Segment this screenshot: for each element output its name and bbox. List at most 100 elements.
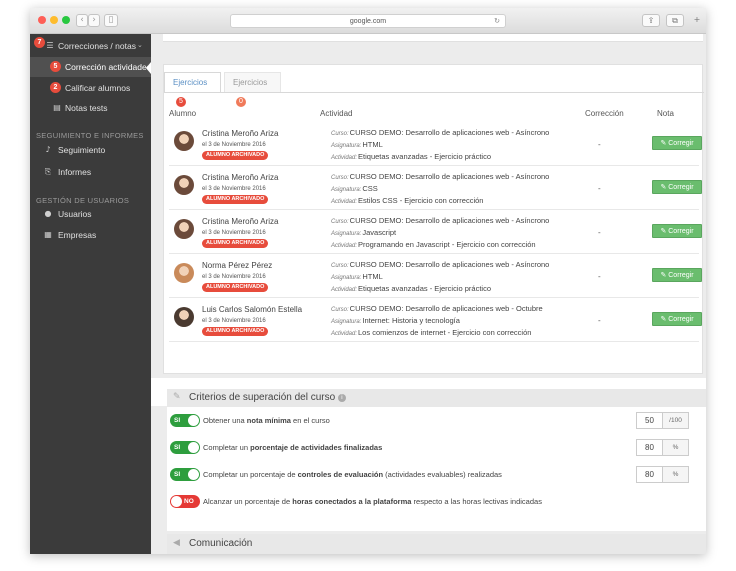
url-text: google.com: [349, 18, 387, 25]
sidebar-item-seguimiento[interactable]: ♪ Seguimiento: [30, 140, 151, 160]
student-date: el 3 de Noviembre 2016: [202, 230, 266, 236]
building-icon: ▦: [44, 230, 52, 239]
criteria-header: ✎ Criterios de superación del curso i: [167, 389, 706, 407]
toggle-knob: [188, 415, 199, 426]
list-icon: ☰: [46, 41, 54, 50]
corregir-button[interactable]: ✎ Corregir: [652, 312, 702, 326]
minimize-dot[interactable]: [50, 16, 58, 24]
new-tab-icon[interactable]: +: [690, 14, 704, 27]
sidebar-item-notas-tests[interactable]: ▤ Notas tests: [30, 98, 151, 118]
criteria-text: Alcanzar un porcentaje de horas conectad…: [203, 497, 542, 506]
browser-chrome: ‹ › ▯ google.com ↻ ⇪ ⧉ +: [30, 8, 706, 34]
toggle-knob: [188, 442, 199, 453]
criteria-value-input[interactable]: 80: [636, 439, 663, 456]
back-icon[interactable]: ‹: [76, 14, 88, 27]
corregir-button[interactable]: ✎ Corregir: [652, 136, 702, 150]
sidebar-item-label: Corrección actividades: [65, 62, 151, 72]
sidebar-item-calificar-alumnos[interactable]: 2 Calificar alumnos: [30, 78, 151, 98]
student-date: el 3 de Noviembre 2016: [202, 274, 266, 280]
column-header-alumno: Alumno: [169, 109, 197, 118]
speaker-icon: ◀: [173, 538, 180, 548]
criteria-toggle[interactable]: NO: [170, 495, 200, 508]
corregir-button[interactable]: ✎ Corregir: [652, 268, 702, 282]
toggle-state: NO: [184, 498, 194, 505]
sidebar-item-label: Seguimiento: [58, 145, 106, 155]
criteria-value-input[interactable]: 80: [636, 466, 663, 483]
table-row: Cristina Meroño Ariza el 3 de Noviembre 2…: [169, 122, 702, 166]
activity-name: Actividad:Estilos CSS - Ejercicio con co…: [331, 196, 484, 205]
status-badge: ALUMNO ARCHIVADO: [202, 327, 269, 336]
sidebar: 7 ☰ Correcciones / notas ⌄ 5 Corrección …: [30, 34, 151, 554]
criteria-toggle[interactable]: SI: [170, 468, 200, 481]
correction-value: -: [598, 272, 601, 281]
activity-subject: Asignatura:HTML: [331, 140, 383, 149]
forward-icon[interactable]: ›: [88, 14, 100, 27]
activity-course: Curso:CURSO DEMO: Desarrollo de aplicaci…: [331, 216, 550, 225]
activity-course: Curso:CURSO DEMO: Desarrollo de aplicaci…: [331, 128, 550, 137]
toggle-state: SI: [174, 471, 181, 478]
tab-divider: [164, 92, 704, 93]
table-row: Luis Carlos Salomón Estella el 3 de Novie…: [169, 298, 702, 342]
communication-title: Comunicación: [189, 538, 253, 549]
correction-value: -: [598, 184, 601, 193]
corregir-button[interactable]: ✎ Corregir: [652, 180, 702, 194]
close-dot[interactable]: [38, 16, 46, 24]
activity-subject: Asignatura:Internet: Historia y tecnolog…: [331, 316, 460, 325]
avatar: [174, 219, 194, 239]
toggle-state: SI: [174, 444, 181, 451]
activity-course: Curso:CURSO DEMO: Desarrollo de aplicaci…: [331, 260, 550, 269]
sidebar-item-correccion-actividades[interactable]: 5 Corrección actividades: [30, 57, 151, 77]
activity-name: Actividad:Etiquetas avanzadas - Ejercici…: [331, 284, 491, 293]
criteria-unit: %: [663, 439, 689, 456]
sidebar-item-empresas[interactable]: ▦ Empresas: [30, 225, 151, 245]
sidebar-item-label: Correcciones / notas: [58, 41, 136, 51]
sidebar-toggle-icon[interactable]: ▯: [104, 14, 118, 27]
student-name[interactable]: Norma Pérez Pérez: [202, 261, 272, 270]
info-icon[interactable]: i: [337, 394, 346, 402]
criteria-title: Criterios de superación del curso i: [189, 392, 346, 403]
criteria-row: SI Completar un porcentaje de controles d…: [170, 466, 690, 484]
criteria-unit: %: [663, 466, 689, 483]
student-date: el 3 de Noviembre 2016: [202, 186, 266, 192]
student-name[interactable]: Cristina Meroño Ariza: [202, 173, 278, 182]
maximize-dot[interactable]: [62, 16, 70, 24]
sidebar-item-correcciones[interactable]: 7 ☰ Correcciones / notas ⌄: [30, 36, 151, 56]
avatar: [174, 131, 194, 151]
list-icon: ▤: [53, 103, 61, 112]
tab-ejercicios-corregidos[interactable]: Ejercicios 0: [224, 72, 281, 107]
table-row: Norma Pérez Pérez el 3 de Noviembre 2016 A…: [169, 254, 702, 298]
badge-count: 7: [34, 37, 45, 48]
reload-icon[interactable]: ↻: [494, 15, 500, 28]
criteria-toggle[interactable]: SI: [170, 414, 200, 427]
correction-value: -: [598, 316, 601, 325]
user-icon: ●: [44, 209, 52, 218]
tabs-icon[interactable]: ⧉: [666, 14, 684, 27]
status-badge: ALUMNO ARCHIVADO: [202, 195, 269, 204]
activity-course: Curso:CURSO DEMO: Desarrollo de aplicaci…: [331, 304, 543, 313]
student-name[interactable]: Cristina Meroño Ariza: [202, 129, 278, 138]
sidebar-item-usuarios[interactable]: ● Usuarios: [30, 204, 151, 224]
activity-course: Curso:CURSO DEMO: Desarrollo de aplicaci…: [331, 172, 550, 181]
avatar: [174, 307, 194, 327]
criteria-value-input[interactable]: 50: [636, 412, 663, 429]
chevron-down-icon: ⌄: [137, 42, 143, 49]
toggle-knob: [171, 496, 182, 507]
student-name[interactable]: Cristina Meroño Ariza: [202, 217, 278, 226]
criteria-toggle[interactable]: SI: [170, 441, 200, 454]
tab-badge: 5: [176, 97, 186, 107]
browser-window: ‹ › ▯ google.com ↻ ⇪ ⧉ + 7 ☰ Correccione…: [30, 8, 706, 554]
edit-icon: ✎: [173, 392, 181, 402]
top-panel-edge: [163, 34, 703, 42]
avatar: [174, 263, 194, 283]
sidebar-item-informes[interactable]: ⎘ Informes: [30, 162, 151, 182]
status-badge: ALUMNO ARCHIVADO: [202, 283, 269, 292]
sidebar-item-label: Usuarios: [58, 209, 92, 219]
criteria-row: SI Completar un porcentaje de actividades…: [170, 439, 690, 457]
url-bar[interactable]: google.com ↻: [230, 14, 506, 28]
correction-value: -: [598, 228, 601, 237]
tab-ejercicios-pendientes[interactable]: Ejercicios 5: [164, 72, 221, 107]
student-name[interactable]: Luis Carlos Salomón Estella: [202, 305, 302, 314]
criteria-text: Obtener una nota mínima en el curso: [203, 416, 330, 425]
corregir-button[interactable]: ✎ Corregir: [652, 224, 702, 238]
share-icon[interactable]: ⇪: [642, 14, 660, 27]
